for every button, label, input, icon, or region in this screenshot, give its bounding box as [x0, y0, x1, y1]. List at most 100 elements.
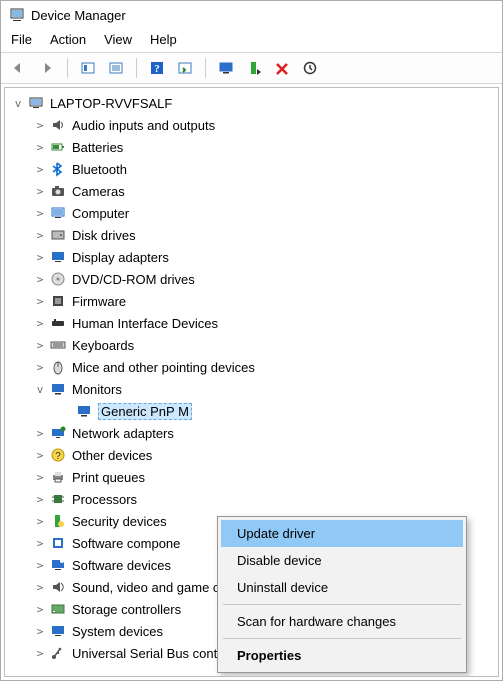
- properties-button[interactable]: [104, 57, 128, 79]
- system-icon: [49, 622, 67, 640]
- menu-file[interactable]: File: [11, 32, 32, 47]
- chevron-right-icon[interactable]: >: [33, 602, 47, 616]
- chevron-right-icon[interactable]: >: [33, 250, 47, 264]
- tree-label: Software devices: [72, 558, 171, 573]
- chevron-right-icon[interactable]: >: [33, 184, 47, 198]
- tree-node-cat-14[interactable]: >?Other devices: [5, 444, 498, 466]
- chevron-down-icon[interactable]: v: [11, 96, 25, 110]
- tree-node-cat-10[interactable]: >Keyboards: [5, 334, 498, 356]
- ctx-disable-device[interactable]: Disable device: [221, 547, 463, 574]
- ctx-update-driver[interactable]: Update driver: [221, 520, 463, 547]
- show-hide-tree-button[interactable]: [76, 57, 100, 79]
- chevron-right-icon[interactable]: >: [33, 118, 47, 132]
- tree-label: Mice and other pointing devices: [72, 360, 255, 375]
- tree-label: Processors: [72, 492, 137, 507]
- action-button[interactable]: [173, 57, 197, 79]
- chevron-right-icon[interactable]: >: [33, 206, 47, 220]
- separator: [223, 604, 461, 605]
- app-icon: [9, 7, 25, 23]
- back-button[interactable]: [7, 57, 31, 79]
- chevron-right-icon[interactable]: >: [33, 272, 47, 286]
- swcomp-icon: [49, 534, 67, 552]
- tree-node-cat-3[interactable]: >Cameras: [5, 180, 498, 202]
- ctx-scan-hardware[interactable]: Scan for hardware changes: [221, 608, 463, 635]
- disable-device-tb-button[interactable]: [242, 57, 266, 79]
- tree-node-cat-5[interactable]: >Disk drives: [5, 224, 498, 246]
- chevron-right-icon[interactable]: >: [33, 448, 47, 462]
- window-title: Device Manager: [31, 8, 126, 23]
- battery-icon: [49, 138, 67, 156]
- chevron-right-icon[interactable]: >: [33, 492, 47, 506]
- ctx-properties[interactable]: Properties: [221, 642, 463, 669]
- monitor-icon: [75, 402, 93, 420]
- display-icon: [49, 248, 67, 266]
- tree-label: Monitors: [72, 382, 122, 397]
- chevron-right-icon[interactable]: >: [33, 558, 47, 572]
- separator: [67, 58, 68, 78]
- chevron-right-icon[interactable]: >: [33, 514, 47, 528]
- chevron-right-icon[interactable]: >: [33, 140, 47, 154]
- chevron-right-icon[interactable]: >: [33, 316, 47, 330]
- tree-label: Computer: [72, 206, 129, 221]
- chevron-right-icon[interactable]: >: [33, 426, 47, 440]
- update-driver-tb-button[interactable]: [214, 57, 238, 79]
- tree-label: Batteries: [72, 140, 123, 155]
- device-tree[interactable]: vLAPTOP-RVVFSALF > Audio inputs and output…: [4, 87, 499, 677]
- menu-action[interactable]: Action: [50, 32, 86, 47]
- menu-help[interactable]: Help: [150, 32, 177, 47]
- context-menu: Update driver Disable device Uninstall d…: [217, 516, 467, 673]
- tree-label: Software compone: [72, 536, 180, 551]
- tree-label: DVD/CD-ROM drives: [72, 272, 195, 287]
- tree-node-cat-2[interactable]: > Bluetooth: [5, 158, 498, 180]
- tree-node-cat-13[interactable]: >Network adapters: [5, 422, 498, 444]
- help-button[interactable]: ?: [145, 57, 169, 79]
- sound-icon: [49, 578, 67, 596]
- menu-view[interactable]: View: [104, 32, 132, 47]
- tree-node-cat-0[interactable]: > Audio inputs and outputs: [5, 114, 498, 136]
- tree-label: Audio inputs and outputs: [72, 118, 215, 133]
- spacer: [59, 404, 73, 418]
- tree-node-cat-12[interactable]: v Monitors: [5, 378, 498, 400]
- tree-node-cat-15[interactable]: > Print queues: [5, 466, 498, 488]
- chevron-right-icon[interactable]: >: [33, 228, 47, 242]
- scan-hardware-tb-button[interactable]: [298, 57, 322, 79]
- tree-label: Security devices: [72, 514, 167, 529]
- tree-node-cat-16[interactable]: > Processors: [5, 488, 498, 510]
- uninstall-device-tb-button[interactable]: [270, 57, 294, 79]
- tree-node-root[interactable]: vLAPTOP-RVVFSALF: [5, 92, 498, 114]
- chevron-right-icon[interactable]: >: [33, 338, 47, 352]
- separator: [205, 58, 206, 78]
- tree-node-cat-1[interactable]: > Batteries: [5, 136, 498, 158]
- tree-label: Bluetooth: [72, 162, 127, 177]
- printer-icon: [49, 468, 67, 486]
- chevron-right-icon[interactable]: >: [33, 580, 47, 594]
- keyboard-icon: [49, 336, 67, 354]
- chevron-right-icon[interactable]: >: [33, 360, 47, 374]
- tree-node-cat-11[interactable]: > Mice and other pointing devices: [5, 356, 498, 378]
- chevron-right-icon[interactable]: >: [33, 162, 47, 176]
- separator: [136, 58, 137, 78]
- bluetooth-icon: [49, 160, 67, 178]
- separator: [223, 638, 461, 639]
- tree-node-cat-8[interactable]: >Firmware: [5, 290, 498, 312]
- tree-label: Print queues: [72, 470, 145, 485]
- chevron-right-icon[interactable]: >: [33, 294, 47, 308]
- ctx-uninstall-device[interactable]: Uninstall device: [221, 574, 463, 601]
- chevron-right-icon[interactable]: >: [33, 536, 47, 550]
- speaker-icon: [49, 116, 67, 134]
- tree-node-cat-6[interactable]: >Display adapters: [5, 246, 498, 268]
- firmware-icon: [49, 292, 67, 310]
- chevron-right-icon[interactable]: >: [33, 470, 47, 484]
- computer-icon: [49, 204, 67, 222]
- chevron-right-icon[interactable]: >: [33, 624, 47, 638]
- tree-node-cat-4[interactable]: > Computer: [5, 202, 498, 224]
- cdrom-icon: [49, 270, 67, 288]
- svg-text:?: ?: [154, 63, 160, 75]
- tree-node-generic-pnp-monitor[interactable]: Generic PnP M: [5, 400, 498, 422]
- network-icon: [49, 424, 67, 442]
- tree-node-cat-9[interactable]: >Human Interface Devices: [5, 312, 498, 334]
- tree-node-cat-7[interactable]: > DVD/CD-ROM drives: [5, 268, 498, 290]
- chevron-down-icon[interactable]: v: [33, 382, 47, 396]
- chevron-right-icon[interactable]: >: [33, 646, 47, 660]
- forward-button[interactable]: [35, 57, 59, 79]
